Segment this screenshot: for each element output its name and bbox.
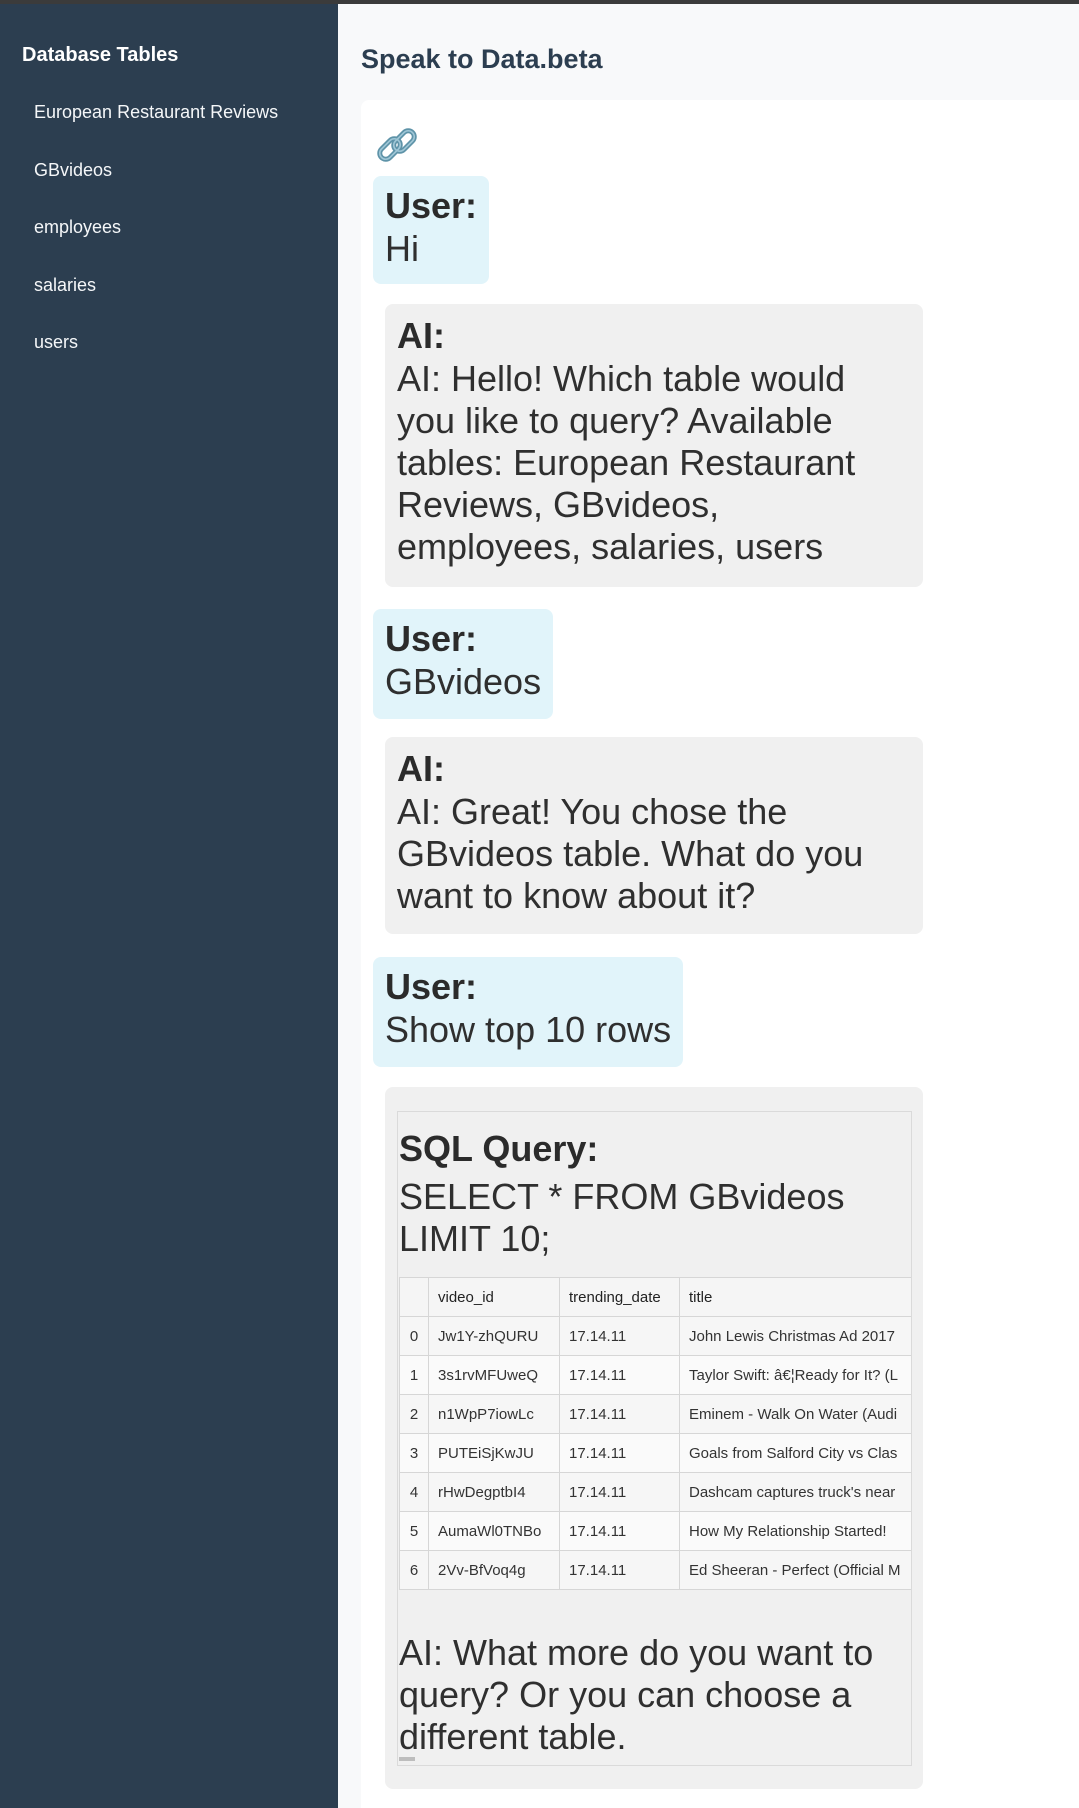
sql-query-text: SELECT * FROM GBvideos LIMIT 10; [399,1176,845,1259]
column-header-index [399,1277,429,1317]
query-result-box: SQL Query: SELECT * FROM GBvideos LIMIT … [397,1111,912,1766]
column-header-title: title [679,1277,911,1317]
row-index: 1 [399,1355,429,1395]
row-index: 5 [399,1511,429,1551]
user-message: User: Show top 10 rows [373,957,684,1067]
link-icon[interactable] [373,122,421,170]
sidebar: Database Tables European Restaurant Revi… [0,4,338,1808]
title-cell: How My Relationship Started! [679,1511,911,1551]
message-speaker: User: [385,966,478,1007]
column-header-trending-date: trending_date [559,1277,680,1317]
row-index: 4 [399,1472,429,1512]
sql-query-label: SQL Query: [399,1128,599,1169]
trending-date-cell: 17.14.11 [559,1472,680,1512]
table-row: 0 Jw1Y-zhQURU 17.14.11 John Lewis Christ… [399,1316,911,1356]
ai-message: AI: AI: Great! You chose the GBvideos ta… [385,737,923,934]
row-index: 3 [399,1433,429,1473]
sidebar-item-users[interactable]: users [34,332,278,390]
trending-date-cell: 17.14.11 [559,1550,680,1590]
table-row: 1 3s1rvMFUweQ 17.14.11 Taylor Swift: â€¦… [399,1355,911,1395]
video-id-cell: AumaWl0TNBo [428,1511,560,1551]
table-row: 2 n1WpP7iowLc 17.14.11 Eminem - Walk On … [399,1394,911,1434]
table-row: 5 AumaWl0TNBo 17.14.11 How My Relationsh… [399,1511,911,1551]
video-id-cell: 2Vv-BfVoq4g [428,1550,560,1590]
table-row: 6 2Vv-BfVoq4g 17.14.11 Ed Sheeran - Perf… [399,1550,911,1590]
video-id-cell: 3s1rvMFUweQ [428,1355,560,1395]
user-message: User: Hi [373,176,490,284]
trending-date-cell: 17.14.11 [559,1316,680,1356]
table-row: 3 PUTEiSjKwJU 17.14.11 Goals from Salfor… [399,1433,911,1473]
row-index: 0 [399,1316,429,1356]
page-title: Speak to Data.beta [361,44,603,74]
results-table: video_id trending_date title 0 Jw1Y-zhQU… [399,1277,911,1590]
sidebar-item-employees[interactable]: employees [34,217,278,275]
trending-date-cell: 17.14.11 [559,1394,680,1434]
message-text: Hi [385,228,419,269]
chat-panel: User: Hi AI: AI: Hello! Which table woul… [361,100,1079,1808]
video-id-cell: PUTEiSjKwJU [428,1433,560,1473]
title-cell: Ed Sheeran - Perfect (Official M [679,1550,911,1590]
sidebar-item-european-restaurant-reviews[interactable]: European Restaurant Reviews [34,102,278,160]
video-id-cell: n1WpP7iowLc [428,1394,560,1434]
message-speaker: User: [385,185,478,226]
title-cell: Eminem - Walk On Water (Audi [679,1394,911,1434]
trending-date-cell: 17.14.11 [559,1355,680,1395]
table-row: 4 rHwDegptbI4 17.14.11 Dashcam captures … [399,1472,911,1512]
table-header-row: video_id trending_date title [399,1277,911,1317]
trending-date-cell: 17.14.11 [559,1511,680,1551]
video-id-cell: Jw1Y-zhQURU [428,1316,560,1356]
sidebar-item-salaries[interactable]: salaries [34,275,278,333]
message-speaker: AI: [397,748,445,789]
message-text: AI: Hello! Which table would you like to… [397,358,856,567]
horizontal-scrollbar[interactable] [399,1757,415,1761]
video-id-cell: rHwDegptbI4 [428,1472,560,1512]
message-speaker: AI: [397,315,445,356]
column-header-video-id: video_id [428,1277,560,1317]
row-index: 6 [399,1550,429,1590]
user-message: User: GBvideos [373,609,554,719]
title-cell: Taylor Swift: â€¦Ready for It? (L [679,1355,911,1395]
ai-message: AI: AI: Hello! Which table would you lik… [385,304,923,587]
sidebar-table-list: European Restaurant Reviews GBvideos emp… [34,102,278,390]
message-text: Show top 10 rows [385,1009,672,1050]
message-text: GBvideos [385,661,542,702]
sidebar-title: Database Tables [22,44,179,66]
main-content: Speak to Data.beta User: Hi AI: AI: Hell… [338,4,1079,1808]
ai-followup-text: AI: What more do you want to query? Or y… [399,1632,874,1757]
trending-date-cell: 17.14.11 [559,1433,680,1473]
title-cell: Dashcam captures truck's near [679,1472,911,1512]
message-text: AI: Great! You chose the GBvideos table.… [397,791,864,916]
row-index: 2 [399,1394,429,1434]
title-cell: John Lewis Christmas Ad 2017 [679,1316,911,1356]
sidebar-item-gbvideos[interactable]: GBvideos [34,160,278,218]
message-speaker: User: [385,618,478,659]
title-cell: Goals from Salford City vs Clas [679,1433,911,1473]
